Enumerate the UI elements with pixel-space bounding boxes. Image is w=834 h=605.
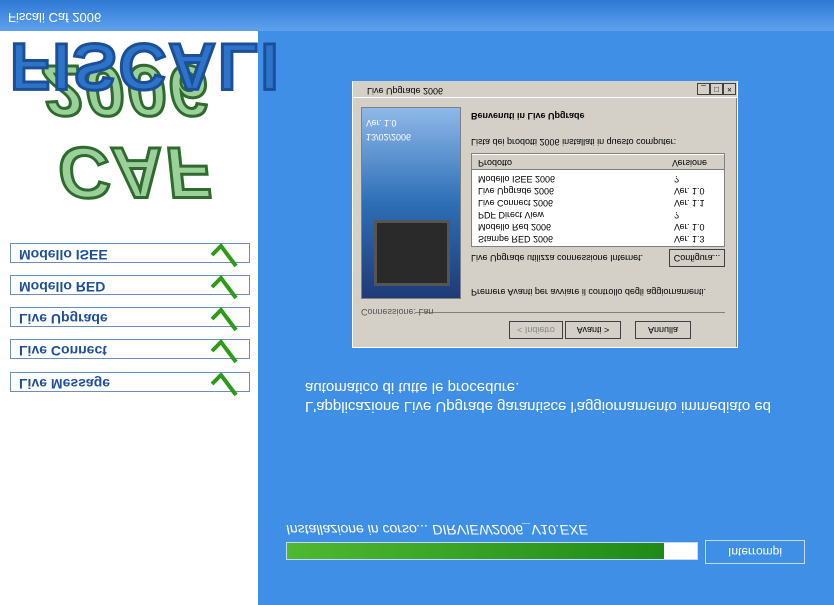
footer-bar: Fiscali Caf 2006 bbox=[0, 0, 834, 31]
maximize-icon[interactable]: □ bbox=[710, 83, 723, 95]
close-icon[interactable]: × bbox=[723, 83, 736, 95]
checkmark-icon bbox=[210, 338, 238, 364]
left-panel: CAF 2006 FISCALI Modello ISEE Modello RE… bbox=[0, 29, 283, 605]
indietro-button[interactable]: < Indietro bbox=[509, 321, 563, 339]
list-item[interactable]: Modello Red 2006 Ver. 1.0 bbox=[478, 222, 720, 232]
checkmark-icon bbox=[210, 371, 238, 397]
nav-item-modello-isee[interactable]: Modello ISEE bbox=[10, 242, 250, 268]
image-version: Ver. 1.0 bbox=[366, 118, 397, 128]
progress-bar bbox=[286, 542, 698, 560]
list-item[interactable]: Live Connect 2006 Ver. 1.1 bbox=[478, 198, 720, 208]
col-product-header: Prodotto bbox=[478, 158, 513, 168]
image-date: 13/02/2006 bbox=[366, 132, 412, 142]
connection-text: Live Upgrade utilizza connessione Intern… bbox=[471, 253, 644, 263]
description-text: L'applicazione Live Upgrade garantisce l… bbox=[305, 379, 772, 415]
annulla-button[interactable]: Annulla bbox=[635, 321, 691, 339]
dialog-side-image: 13/02/2006 Ver. 1.0 bbox=[361, 107, 461, 299]
checkmark-icon bbox=[210, 242, 238, 268]
nav-item-label: Live Upgrade bbox=[19, 311, 108, 327]
list-item[interactable]: PDF Direct View? bbox=[478, 210, 720, 220]
products-list[interactable]: Prodotto Versione Modello ISEE 2006? Liv… bbox=[471, 153, 725, 247]
list-header: Prodotto Versione bbox=[472, 155, 724, 170]
interrompi-button[interactable]: Interrompi bbox=[705, 540, 805, 564]
nav-item-live-upgrade[interactable]: Live Upgrade bbox=[10, 306, 250, 332]
nav-item-label: Live Connect bbox=[19, 343, 107, 359]
checkmark-icon bbox=[210, 306, 238, 332]
dialog-title: Live Upgrade 2006 bbox=[367, 86, 444, 96]
checkmark-icon bbox=[210, 274, 238, 300]
install-status-text: Installazione in corso... DIRVIEW2006_V1… bbox=[286, 522, 588, 538]
monitor-image bbox=[374, 220, 450, 286]
avanti-button[interactable]: Avanti > bbox=[565, 321, 621, 339]
minimize-icon[interactable]: _ bbox=[697, 83, 710, 95]
dialog-titlebar: Live Upgrade 2006 _ □ × bbox=[353, 81, 737, 98]
configura-button[interactable]: Configura... bbox=[669, 249, 725, 267]
instruction-text: Premere Avanti per avviare il controllo … bbox=[471, 287, 706, 297]
dialog-welcome: Benvenuti in Live Upgrade bbox=[471, 111, 585, 121]
footer-title: Fiscali Caf 2006 bbox=[8, 10, 102, 25]
col-version-header: Versione bbox=[672, 158, 708, 168]
brand-fiscali-logo: FISCALI bbox=[9, 29, 283, 106]
list-item[interactable]: Live Upgrade 2006 Ver. 1.0 bbox=[478, 186, 720, 196]
progress-fill bbox=[287, 543, 665, 559]
nav-item-live-connect[interactable]: Live Connect bbox=[10, 338, 250, 364]
screen-root: CAF 2006 FISCALI Modello ISEE Modello RE… bbox=[0, 0, 834, 605]
list-item[interactable]: Stampe RED 2006 Ver. 1.3 bbox=[478, 234, 720, 244]
nav-item-modello-red[interactable]: Modello RED bbox=[10, 274, 250, 300]
live-upgrade-dialog: Live Upgrade 2006 _ □ × 13/02/2006 Ver. … bbox=[352, 81, 738, 348]
nav-item-label: Live Message bbox=[19, 376, 111, 392]
connection-status: Connessione: Lan bbox=[361, 307, 434, 317]
nav-item-label: Modello ISEE bbox=[19, 247, 108, 263]
nav-item-label: Modello RED bbox=[19, 279, 106, 295]
list-item[interactable]: Modello ISEE 2006? bbox=[478, 174, 720, 184]
list-caption: Lista dei prodotti 2006 installati in qu… bbox=[471, 137, 677, 147]
nav-item-live-message[interactable]: Live Message bbox=[10, 371, 250, 397]
separator bbox=[415, 312, 725, 313]
